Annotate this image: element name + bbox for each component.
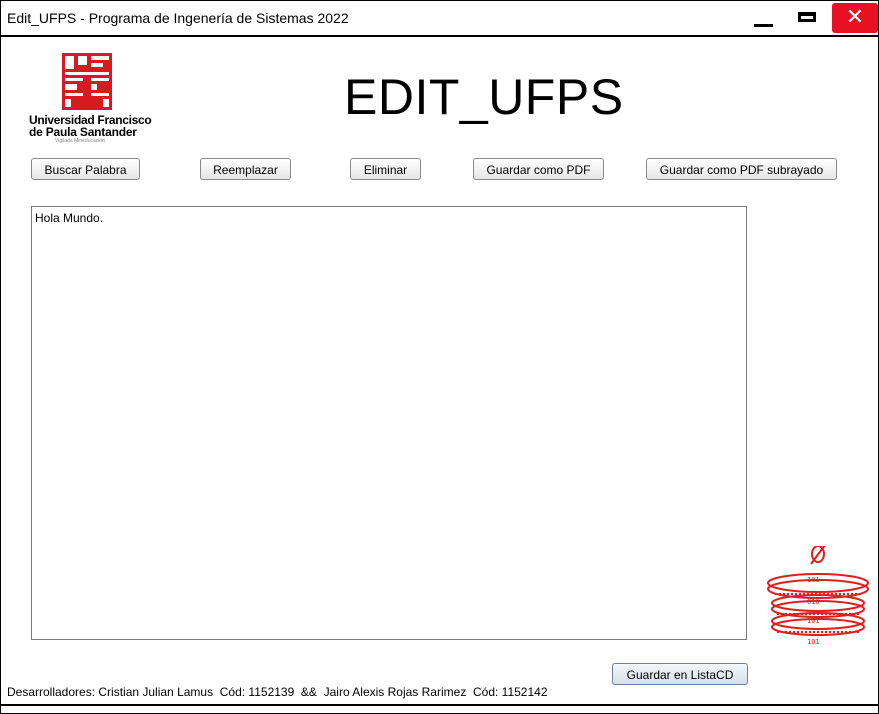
- close-icon: ✕: [845, 5, 865, 30]
- maximize-button[interactable]: [787, 5, 827, 31]
- minimize-icon: [754, 24, 773, 27]
- save-pdf-button[interactable]: Guardar como PDF: [473, 158, 604, 180]
- university-logo: Universidad Francisco de Paula Santander…: [29, 53, 152, 149]
- app-title: EDIT_UFPS: [344, 69, 624, 125]
- developer-credits: Desarrolladores: Cristian Julian Lamus C…: [7, 685, 548, 699]
- svg-text:101: 101: [807, 617, 820, 625]
- bottom-divider: [1, 704, 878, 706]
- save-to-list-button[interactable]: Guardar en ListaCD: [612, 663, 748, 685]
- editor-content: Hola Mundo.: [35, 211, 104, 225]
- logo-line-2: de Paula Santander: [29, 125, 137, 139]
- app-window: Edit_UFPS - Programa de Ingenería de Sis…: [0, 0, 879, 714]
- minimize-button[interactable]: [743, 5, 783, 31]
- svg-text:101: 101: [807, 638, 820, 646]
- window-title: Edit_UFPS - Programa de Ingenería de Sis…: [7, 10, 349, 26]
- svg-text:101: 101: [807, 576, 820, 584]
- text-editor[interactable]: Hola Mundo.: [31, 206, 747, 640]
- svg-text:010: 010: [807, 598, 820, 606]
- logo-line-3: Vigilada Mineducación: [55, 138, 105, 144]
- close-button[interactable]: ✕: [832, 3, 878, 33]
- search-word-button[interactable]: Buscar Palabra: [31, 158, 140, 180]
- title-bar[interactable]: Edit_UFPS - Programa de Ingenería de Sis…: [1, 1, 878, 37]
- stacked-discs-icon: 101 010 101 101: [767, 546, 869, 646]
- delete-button[interactable]: Eliminar: [350, 158, 421, 180]
- ufps-logo-icon: [62, 53, 112, 110]
- maximize-icon: [798, 12, 816, 22]
- replace-button[interactable]: Reemplazar: [200, 158, 291, 180]
- save-pdf-underlined-button[interactable]: Guardar como PDF subrayado: [646, 158, 837, 180]
